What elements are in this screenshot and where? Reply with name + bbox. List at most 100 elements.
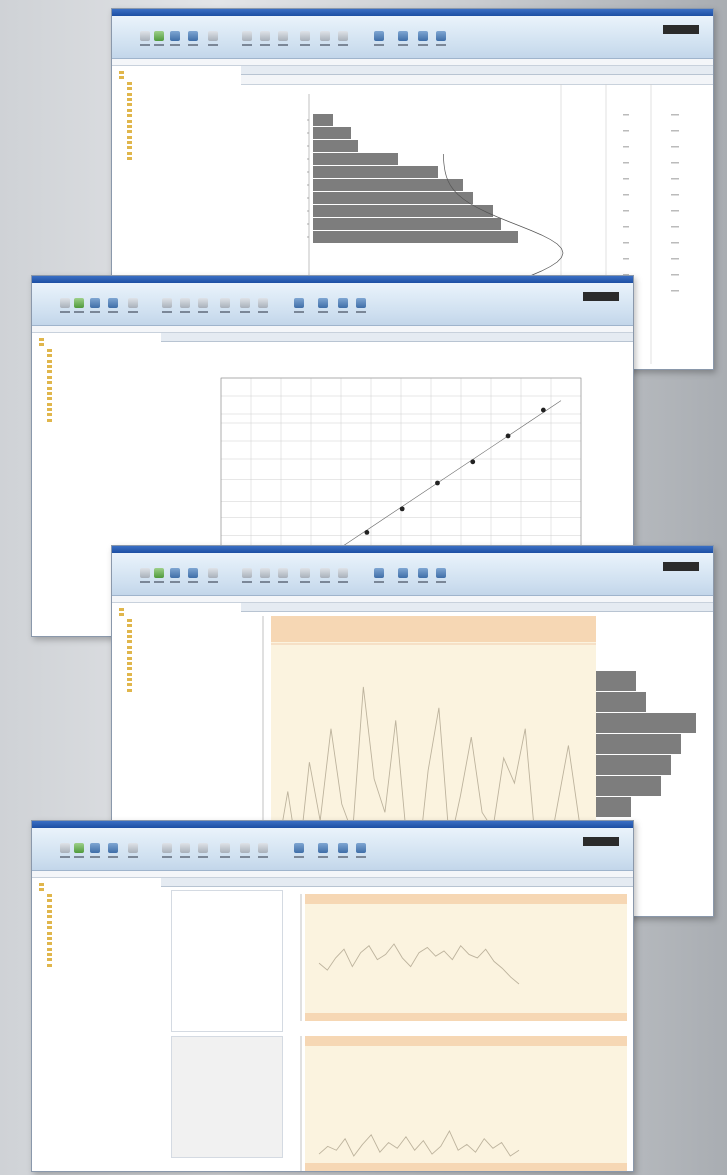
ribbon-button[interactable] xyxy=(256,298,270,316)
ribbon-button[interactable] xyxy=(160,843,174,861)
ribbon-button[interactable] xyxy=(434,568,448,586)
ribbon-button[interactable] xyxy=(168,568,182,586)
ribbon-button[interactable] xyxy=(72,298,86,316)
ribbon-button[interactable] xyxy=(416,568,430,586)
ribbon-button[interactable] xyxy=(372,568,386,586)
tree-item[interactable] xyxy=(124,623,244,628)
tree-item[interactable] xyxy=(44,375,164,380)
tree-item[interactable] xyxy=(124,140,244,145)
ribbon-button[interactable] xyxy=(126,298,140,316)
tree-item[interactable] xyxy=(44,931,164,936)
ribbon-button[interactable] xyxy=(396,31,410,49)
ribbon-button[interactable] xyxy=(138,568,152,586)
ribbon-button[interactable] xyxy=(276,31,290,49)
ribbon-button[interactable] xyxy=(316,298,330,316)
ribbon-button[interactable] xyxy=(316,843,330,861)
tree-item[interactable] xyxy=(116,607,244,612)
ribbon-button[interactable] xyxy=(416,31,430,49)
tree-item[interactable] xyxy=(124,666,244,671)
tree-item[interactable] xyxy=(124,677,244,682)
tree-item[interactable] xyxy=(124,119,244,124)
ribbon-button[interactable] xyxy=(152,31,166,49)
tree-item[interactable] xyxy=(36,887,164,892)
ribbon-button[interactable] xyxy=(354,843,368,861)
ribbon-button[interactable] xyxy=(152,568,166,586)
tree-item[interactable] xyxy=(44,941,164,946)
tree-item[interactable] xyxy=(124,618,244,623)
tree-item[interactable] xyxy=(44,957,164,962)
ribbon-button[interactable] xyxy=(126,843,140,861)
ribbon-button[interactable] xyxy=(298,568,312,586)
tree-item[interactable] xyxy=(44,904,164,909)
tree-item[interactable] xyxy=(36,342,164,347)
tree-item[interactable] xyxy=(44,402,164,407)
tree-item[interactable] xyxy=(124,656,244,661)
tree-item[interactable] xyxy=(44,386,164,391)
tree-item[interactable] xyxy=(124,650,244,655)
tree-item[interactable] xyxy=(44,947,164,952)
tree-item[interactable] xyxy=(44,380,164,385)
tree-item[interactable] xyxy=(44,963,164,968)
ribbon-button[interactable] xyxy=(238,298,252,316)
tree-item[interactable] xyxy=(124,629,244,634)
ribbon-button[interactable] xyxy=(298,31,312,49)
ribbon-button[interactable] xyxy=(292,298,306,316)
ribbon-button[interactable] xyxy=(88,298,102,316)
tree-item[interactable] xyxy=(124,135,244,140)
tree-item[interactable] xyxy=(44,893,164,898)
ribbon-button[interactable] xyxy=(160,298,174,316)
ribbon-button[interactable] xyxy=(186,568,200,586)
tree-item[interactable] xyxy=(44,407,164,412)
ribbon-button[interactable] xyxy=(178,298,192,316)
ribbon-button[interactable] xyxy=(88,843,102,861)
ribbon-button[interactable] xyxy=(336,568,350,586)
tree-item[interactable] xyxy=(124,102,244,107)
ribbon-button[interactable] xyxy=(336,31,350,49)
ribbon-button[interactable] xyxy=(106,843,120,861)
tree-item[interactable] xyxy=(44,391,164,396)
tree-item[interactable] xyxy=(116,70,244,75)
ribbon-button[interactable] xyxy=(336,298,350,316)
tree-item[interactable] xyxy=(124,156,244,161)
ribbon-button[interactable] xyxy=(138,31,152,49)
tree-item[interactable] xyxy=(44,369,164,374)
tree-item[interactable] xyxy=(124,86,244,91)
ribbon-button[interactable] xyxy=(206,31,220,49)
ribbon-button[interactable] xyxy=(240,31,254,49)
ribbon-button[interactable] xyxy=(258,568,272,586)
tree-item[interactable] xyxy=(36,882,164,887)
tree-item[interactable] xyxy=(36,337,164,342)
ribbon-button[interactable] xyxy=(72,843,86,861)
ribbon-button[interactable] xyxy=(276,568,290,586)
tree-item[interactable] xyxy=(44,364,164,369)
tree-item[interactable] xyxy=(44,412,164,417)
tree-item[interactable] xyxy=(124,124,244,129)
ribbon-button[interactable] xyxy=(206,568,220,586)
tree-item[interactable] xyxy=(44,952,164,957)
tree-item[interactable] xyxy=(124,113,244,118)
ribbon-button[interactable] xyxy=(292,843,306,861)
tree-item[interactable] xyxy=(44,898,164,903)
tree-item[interactable] xyxy=(44,359,164,364)
ribbon-button[interactable] xyxy=(218,298,232,316)
tree-item[interactable] xyxy=(124,81,244,86)
ribbon-button[interactable] xyxy=(58,843,72,861)
tree-item[interactable] xyxy=(124,151,244,156)
tree-item[interactable] xyxy=(124,688,244,693)
tree-item[interactable] xyxy=(44,353,164,358)
ribbon-button[interactable] xyxy=(256,843,270,861)
ribbon-button[interactable] xyxy=(58,298,72,316)
ribbon-button[interactable] xyxy=(168,31,182,49)
tree-item[interactable] xyxy=(124,97,244,102)
ribbon-button[interactable] xyxy=(318,31,332,49)
tree-item[interactable] xyxy=(124,639,244,644)
ribbon-button[interactable] xyxy=(318,568,332,586)
ribbon-button[interactable] xyxy=(336,843,350,861)
ribbon-button[interactable] xyxy=(178,843,192,861)
project-tree[interactable] xyxy=(32,878,165,1171)
ribbon-button[interactable] xyxy=(196,843,210,861)
tree-item[interactable] xyxy=(44,925,164,930)
tree-item[interactable] xyxy=(124,92,244,97)
tree-item[interactable] xyxy=(124,672,244,677)
tab-strip[interactable] xyxy=(241,66,713,75)
